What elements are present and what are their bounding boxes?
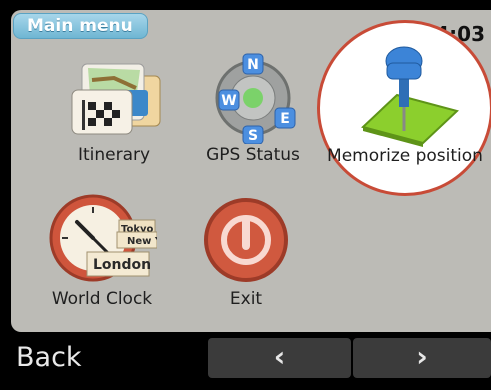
menu-item-itinerary[interactable]: Itinerary: [39, 48, 189, 167]
clock-city-label: New York: [127, 236, 157, 247]
menu-item-label: World Clock: [51, 289, 153, 309]
svg-text:N: N: [247, 57, 259, 73]
menu-item-gps-status[interactable]: N W E S GPS Status: [178, 48, 328, 167]
menu-item-label: Itinerary: [77, 145, 151, 165]
svg-text:S: S: [248, 128, 258, 144]
menu-item-label: Memorize position: [327, 146, 483, 166]
next-button[interactable]: ›: [353, 338, 491, 378]
map-pin-icon: [345, 39, 465, 149]
world-clock-icon: Tokyo New York London: [47, 192, 180, 288]
power-icon: [198, 192, 294, 288]
menu-item-exit[interactable]: Exit: [191, 192, 301, 311]
itinerary-icon: [64, 48, 164, 144]
device-screen: Main menu 14:03: [0, 0, 491, 390]
main-menu-title: Main menu: [13, 13, 148, 39]
menu-item-label: GPS Status: [206, 145, 300, 165]
menu-item-memorize-position[interactable]: Memorize position: [317, 20, 491, 196]
menu-item-world-clock[interactable]: Tokyo New York London World Clock: [27, 192, 180, 311]
menu-item-label: Exit: [229, 289, 263, 309]
back-button[interactable]: Back: [16, 341, 82, 375]
bottom-bar: Back ‹ ›: [0, 335, 491, 390]
previous-button[interactable]: ‹: [208, 338, 351, 378]
svg-text:E: E: [280, 111, 290, 127]
svg-text:W: W: [221, 93, 236, 109]
gps-compass-icon: N W E S: [203, 48, 303, 145]
clock-city-label: London: [93, 257, 151, 273]
